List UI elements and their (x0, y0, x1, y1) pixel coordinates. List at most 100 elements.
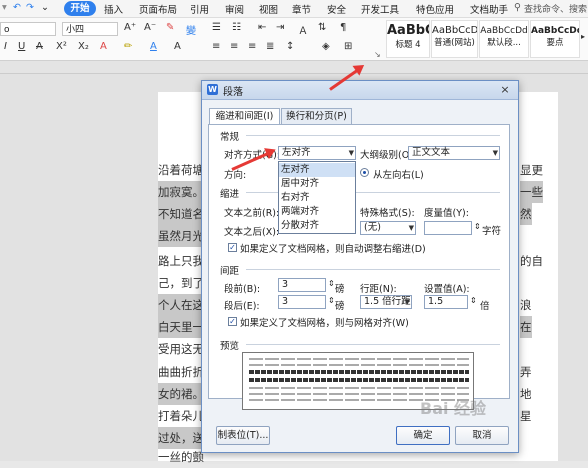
shading-icon[interactable]: ◈ (322, 41, 330, 52)
doc-line-right: 的自 (520, 254, 543, 268)
numbering-icon[interactable]: ☷ (232, 22, 241, 33)
space-before-spin-icon[interactable]: ⇕ (328, 279, 335, 288)
align-center-icon[interactable]: ≡ (230, 41, 238, 52)
chevron-down-icon: ▼ (404, 298, 410, 306)
doc-line: 不知道名 (158, 203, 204, 225)
auto-adjust-label: 如果定义了文档网格，则自动调整右缩进(D) (240, 244, 426, 255)
measure-label: 度量值(Y): (424, 208, 469, 219)
style-name: 普通(网站) (434, 38, 475, 48)
bullets-icon[interactable]: ☰ (212, 22, 221, 33)
clear-format-icon[interactable]: ✎ (166, 22, 174, 33)
file-menu-icon[interactable]: ▾ (2, 2, 7, 13)
menu-bar: ▾ ↶ ↷ ⌄ 开始 插入 页面布局 引用 审阅 视图 章节 安全 开发工具 特… (0, 0, 588, 18)
underline-icon[interactable]: U (18, 41, 25, 52)
tab-indent-spacing[interactable]: 缩进和间距(I) (209, 108, 280, 125)
close-icon[interactable]: × (498, 83, 512, 96)
align-option-distributed[interactable]: 分散对齐 (279, 219, 355, 233)
doc-line: 沿着荷塘 (158, 163, 204, 177)
shrink-font-icon[interactable]: A⁻ (144, 22, 156, 33)
align-option-right[interactable]: 右对齐 (279, 191, 355, 205)
line-spacing-label: 行距(N): (360, 284, 397, 295)
auto-adjust-checkbox[interactable]: ✓ (228, 243, 237, 252)
font-color-icon[interactable]: A (150, 41, 157, 52)
highlight-icon[interactable]: ✏ (124, 41, 132, 52)
space-after-unit[interactable]: 磅 (335, 298, 345, 312)
tab-featured-apps[interactable]: 特色应用 (416, 2, 454, 16)
sort-icon[interactable]: ⇅ (318, 22, 326, 33)
styles-scroll-icon[interactable]: ▸ (581, 32, 585, 41)
space-after-input[interactable]: 3 (278, 295, 326, 309)
tab-page-layout[interactable]: 页面布局 (139, 2, 177, 16)
line-spacing-icon[interactable]: ↕ (286, 41, 294, 52)
cancel-button[interactable]: 取消 (455, 426, 509, 445)
set-value-input[interactable]: 1.5 (424, 295, 468, 309)
command-search[interactable]: 查找命令、搜索 (524, 2, 587, 15)
justify-icon[interactable]: ≣ (266, 41, 274, 52)
font-name-combo[interactable]: o (0, 22, 56, 36)
style-heading4[interactable]: AaBbC 标题 4 (386, 20, 430, 58)
style-normal-web[interactable]: AaBbCcD 普通(网站) (431, 20, 478, 58)
tab-developer[interactable]: 开发工具 (361, 2, 399, 16)
tab-doc-assistant[interactable]: 文档助手 (470, 2, 508, 16)
increase-indent-icon[interactable]: ⇥ (276, 22, 284, 33)
subscript-icon[interactable]: X₂ (78, 41, 89, 52)
char-border-icon[interactable]: A (174, 41, 181, 52)
font-size-combo[interactable]: 小四 (62, 22, 118, 36)
align-option-center[interactable]: 居中对齐 (279, 177, 355, 191)
indent-before-label: 文本之前(R): (224, 208, 280, 219)
measure-spin-icon[interactable]: ⇕ (474, 222, 481, 231)
doc-line: 白天里一 (158, 316, 204, 338)
tab-view[interactable]: 视图 (259, 2, 278, 16)
grow-font-icon[interactable]: A⁺ (124, 22, 136, 33)
style-default-para[interactable]: AaBbCcDd 默认段... (479, 20, 529, 58)
space-before-unit[interactable]: 磅 (335, 281, 345, 295)
dialog-title-bar[interactable]: W 段落 × (202, 81, 518, 100)
snap-grid-checkbox[interactable]: ✓ (228, 317, 237, 326)
style-name: 标题 4 (395, 40, 421, 50)
space-after-spin-icon[interactable]: ⇕ (328, 296, 335, 305)
doc-line: 加寂寞。 (158, 181, 204, 203)
tab-review[interactable]: 审阅 (225, 2, 244, 16)
ltr-radio[interactable] (360, 168, 369, 177)
ok-button[interactable]: 确定 (396, 426, 450, 445)
decrease-indent-icon[interactable]: ⇤ (258, 22, 266, 33)
superscript-icon[interactable]: X² (56, 41, 67, 52)
doc-line: 曲曲折折 (158, 365, 204, 379)
tab-security[interactable]: 安全 (327, 2, 346, 16)
align-option-left[interactable]: 左对齐 (279, 163, 355, 177)
line-spacing-select[interactable]: 1.5 倍行距 ▼ (360, 295, 412, 309)
align-left-icon[interactable]: ≡ (212, 41, 220, 52)
undo-icon[interactable]: ↶ (13, 2, 21, 13)
special-format-select[interactable]: (无) ▼ (360, 221, 416, 235)
tab-insert[interactable]: 插入 (104, 2, 123, 16)
style-sample: AaBbCcDd (480, 26, 528, 36)
tab-chapter[interactable]: 章节 (292, 2, 311, 16)
space-before-label: 段前(B): (224, 284, 261, 295)
chevron-down-icon: ▼ (348, 149, 354, 157)
quick-access-chevron-icon[interactable]: ⌄ (41, 2, 49, 13)
text-effect-icon[interactable]: A (100, 41, 107, 52)
space-before-input[interactable]: 3 (278, 278, 326, 292)
tab-references[interactable]: 引用 (190, 2, 209, 16)
doc-line-right: 星 (520, 409, 532, 423)
measure-input[interactable] (424, 221, 472, 235)
align-right-icon[interactable]: ≡ (248, 41, 256, 52)
strikethrough-icon[interactable]: A (36, 41, 43, 52)
align-option-justify[interactable]: 两端对齐 (279, 205, 355, 219)
chinese-layout-icon[interactable]: Ａ (298, 22, 308, 37)
set-value-spin-icon[interactable]: ⇕ (470, 296, 477, 305)
ruler[interactable] (0, 61, 588, 74)
tab-stops-button[interactable]: 制表位(T)... (216, 426, 270, 445)
paragraph-launcher-icon[interactable]: ↘ (374, 50, 381, 59)
outline-select[interactable]: 正文文本 ▼ (408, 146, 500, 160)
align-select[interactable]: 左对齐 ▼ (278, 146, 356, 160)
phonetic-icon[interactable]: 變 (186, 22, 196, 37)
tab-start[interactable]: 开始 (64, 1, 96, 16)
tab-line-page-breaks[interactable]: 换行和分页(P) (281, 108, 352, 124)
borders-icon[interactable]: ⊞ (344, 41, 352, 52)
style-key-point[interactable]: AaBbCcDd 要点 (530, 20, 580, 58)
italic-icon[interactable]: I (4, 41, 7, 52)
show-marks-icon[interactable]: ¶ (340, 22, 346, 33)
doc-line: 己，到了 (158, 276, 204, 290)
redo-icon[interactable]: ↷ (26, 2, 34, 13)
